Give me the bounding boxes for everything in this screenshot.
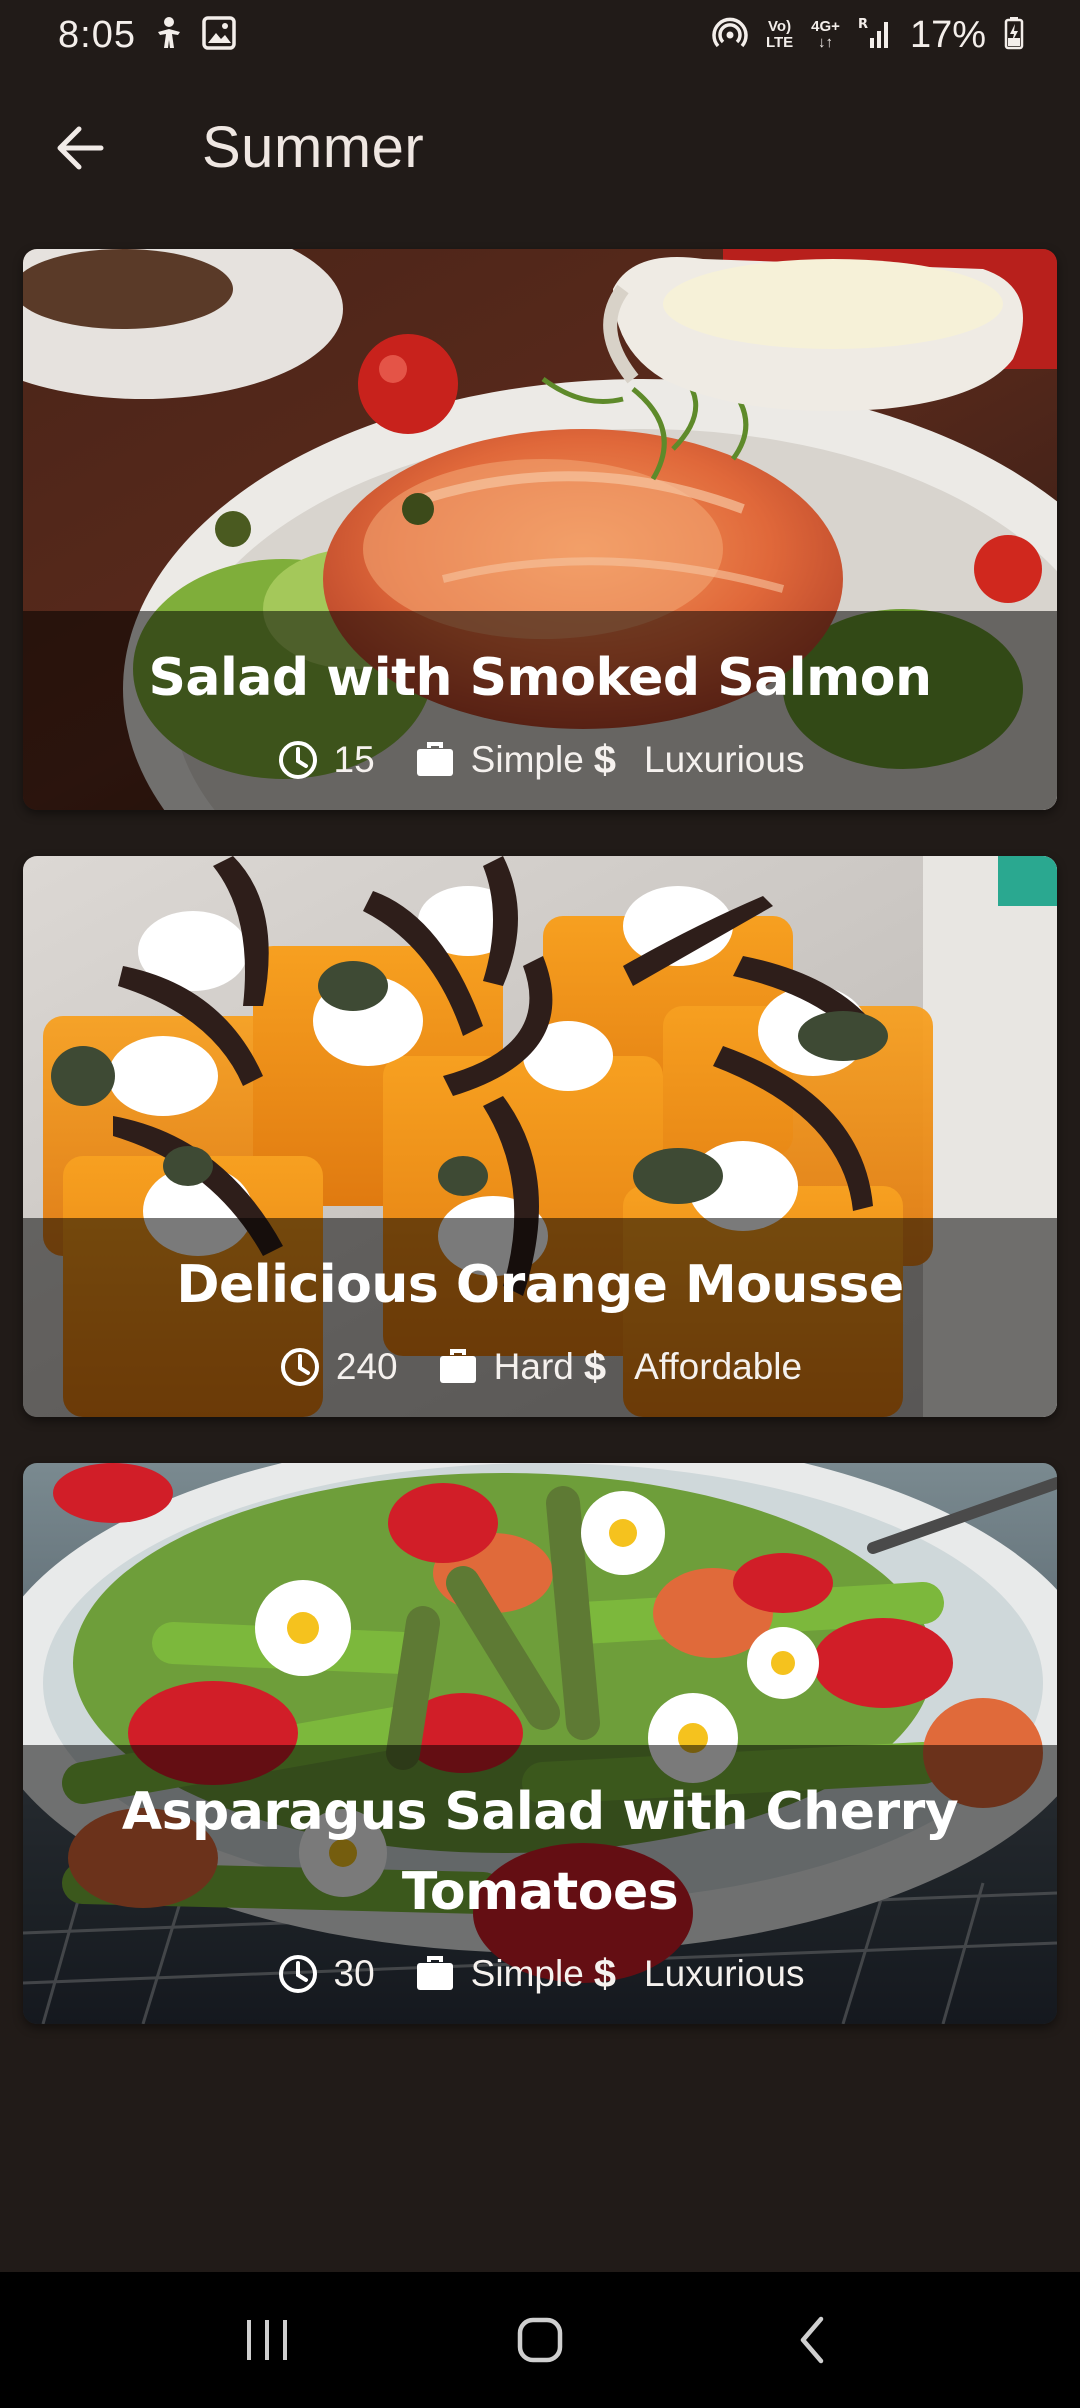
network-indicator: 4G+ ↓↑ xyxy=(811,19,840,51)
meal-duration: 15 xyxy=(333,739,375,780)
meal-card-orange-mousse[interactable]: Delicious Orange Mousse 240 Hard $ Affor… xyxy=(23,856,1057,1417)
dollar-icon: $ xyxy=(593,1951,617,1996)
clock-icon xyxy=(276,738,320,782)
briefcase-icon xyxy=(413,1952,457,1996)
meal-affordability: Luxurious xyxy=(644,739,805,780)
battery-icon xyxy=(1004,16,1024,55)
meal-complexity: Simple xyxy=(470,1953,584,1994)
meal-affordability: Luxurious xyxy=(644,1953,805,1994)
accessibility-icon xyxy=(154,16,184,55)
meal-title: Asparagus Salad with Cherry Tomatoes xyxy=(121,1782,959,1922)
dollar-icon: $ xyxy=(593,737,617,782)
status-right: Vo) LTE 4G+ ↓↑ R 17% xyxy=(712,14,1024,57)
status-left: 8:05 xyxy=(58,14,236,57)
meta-complexity: Hard xyxy=(436,1345,574,1389)
meal-overlay: Delicious Orange Mousse 240 Hard $ Affor… xyxy=(23,1218,1057,1417)
clock-icon xyxy=(276,1952,320,1996)
meta-complexity: Simple xyxy=(413,1952,584,1996)
meal-title: Salad with Smoked Salmon xyxy=(148,648,932,708)
network-arrows: ↓↑ xyxy=(818,34,834,51)
meta-duration: 240 xyxy=(278,1345,398,1389)
status-time: 8:05 xyxy=(58,13,136,56)
briefcase-icon xyxy=(436,1345,480,1389)
meta-affordability: $ Luxurious xyxy=(594,1952,805,1996)
roaming-indicator: R xyxy=(858,17,868,32)
meal-meta: 30 Simple $ Luxurious xyxy=(276,1942,805,2006)
meal-overlay: Salad with Smoked Salmon 15 Simple $ Lux… xyxy=(23,611,1057,810)
dollar-icon: $ xyxy=(583,1344,607,1389)
meta-complexity: Simple xyxy=(413,738,584,782)
back-nav-button[interactable] xyxy=(753,2290,873,2390)
meal-affordability: Affordable xyxy=(634,1346,803,1387)
recent-apps-button[interactable] xyxy=(207,2290,327,2390)
meta-duration: 15 xyxy=(276,738,375,782)
meta-duration: 30 xyxy=(276,1952,375,1996)
gallery-icon xyxy=(202,15,236,55)
navigation-bar xyxy=(0,2272,1080,2408)
volte-bottom: LTE xyxy=(765,34,794,51)
page-title: Summer xyxy=(202,115,425,180)
hotspot-icon xyxy=(712,15,748,56)
home-icon xyxy=(517,2317,563,2363)
meal-complexity: Simple xyxy=(470,739,584,780)
network-type: 4G+ xyxy=(811,18,840,35)
meal-duration: 240 xyxy=(335,1346,398,1387)
home-button[interactable] xyxy=(480,2290,600,2390)
volte-top: Vo) xyxy=(768,18,792,35)
meal-meta: 15 Simple $ Luxurious xyxy=(276,728,805,792)
app-bar: Summer xyxy=(0,90,1080,205)
meta-affordability: $ Luxurious xyxy=(594,738,805,782)
meal-title: Delicious Orange Mousse xyxy=(176,1255,904,1315)
chevron-left-icon xyxy=(801,2316,824,2364)
briefcase-icon xyxy=(413,738,457,782)
meal-duration: 30 xyxy=(333,1953,375,1994)
meal-list: Salad with Smoked Salmon 15 Simple $ Lux… xyxy=(23,249,1057,2070)
signal-icon: R xyxy=(858,16,892,55)
clock-icon xyxy=(278,1345,322,1389)
recent-apps-icon xyxy=(246,2320,287,2360)
arrow-back-icon xyxy=(57,126,104,170)
meta-affordability: $ Affordable xyxy=(584,1345,802,1389)
meal-meta: 240 Hard $ Affordable xyxy=(278,1335,802,1399)
meal-card-smoked-salmon[interactable]: Salad with Smoked Salmon 15 Simple $ Lux… xyxy=(23,249,1057,810)
volte-indicator: Vo) LTE xyxy=(766,19,793,51)
meal-overlay: Asparagus Salad with Cherry Tomatoes 30 … xyxy=(23,1745,1057,2024)
battery-percent: 17% xyxy=(909,13,986,56)
meal-complexity: Hard xyxy=(493,1346,574,1387)
status-bar: 8:05 Vo) LTE 4G+ ↓↑ R 17% xyxy=(0,0,1080,70)
back-button[interactable] xyxy=(44,112,116,184)
meal-card-asparagus-salad[interactable]: Asparagus Salad with Cherry Tomatoes 30 … xyxy=(23,1463,1057,2024)
